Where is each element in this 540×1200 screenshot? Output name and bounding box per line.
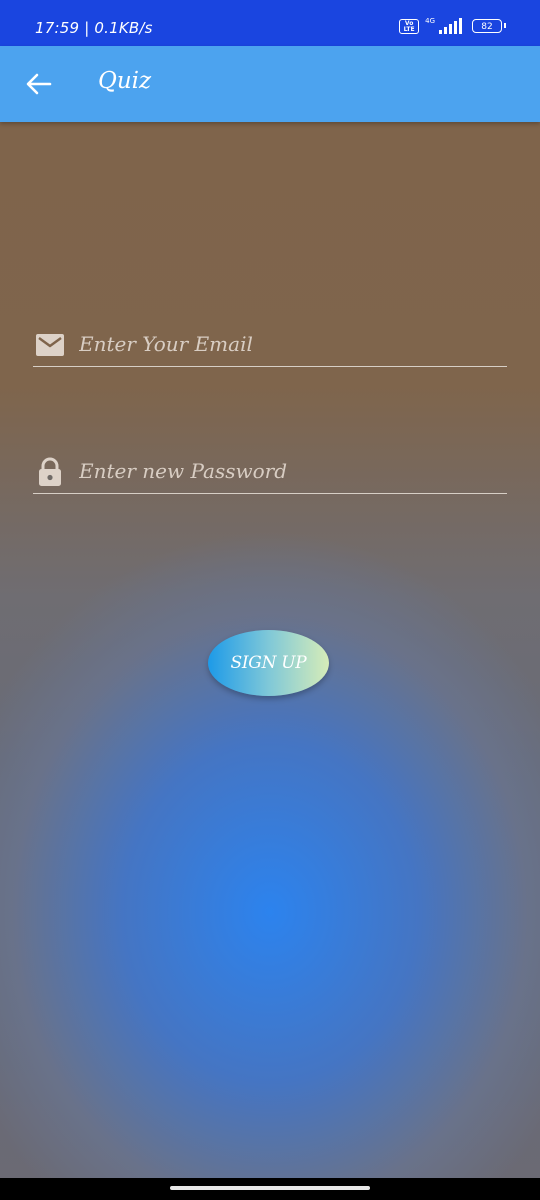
email-field-container	[33, 326, 507, 367]
home-indicator[interactable]	[170, 1186, 370, 1190]
app-bar: Quiz	[0, 46, 540, 122]
sign-up-button[interactable]: SIGN UP	[208, 630, 329, 696]
battery-icon: 82	[472, 19, 506, 33]
password-field[interactable]	[79, 453, 499, 489]
battery-level: 82	[481, 22, 493, 32]
network-type-label: 4G	[425, 17, 435, 25]
arrow-left-icon	[26, 73, 52, 95]
signal-strength-icon	[439, 18, 462, 34]
status-time-speed: 17:59 | 0.1KB/s	[35, 19, 153, 37]
back-button[interactable]	[25, 70, 53, 98]
password-field-container	[33, 453, 507, 494]
envelope-icon	[35, 330, 65, 360]
status-bar: 17:59 | 0.1KB/s Vo LTE 4G 82	[0, 0, 540, 46]
signup-screen: SIGN UP	[0, 122, 540, 1178]
volte-icon: Vo LTE	[399, 18, 420, 34]
lock-icon	[35, 457, 65, 487]
system-nav-bar	[0, 1178, 540, 1200]
email-field[interactable]	[79, 326, 499, 362]
page-title: Quiz	[98, 68, 152, 94]
status-icons: Vo LTE 4G 82	[399, 17, 506, 34]
